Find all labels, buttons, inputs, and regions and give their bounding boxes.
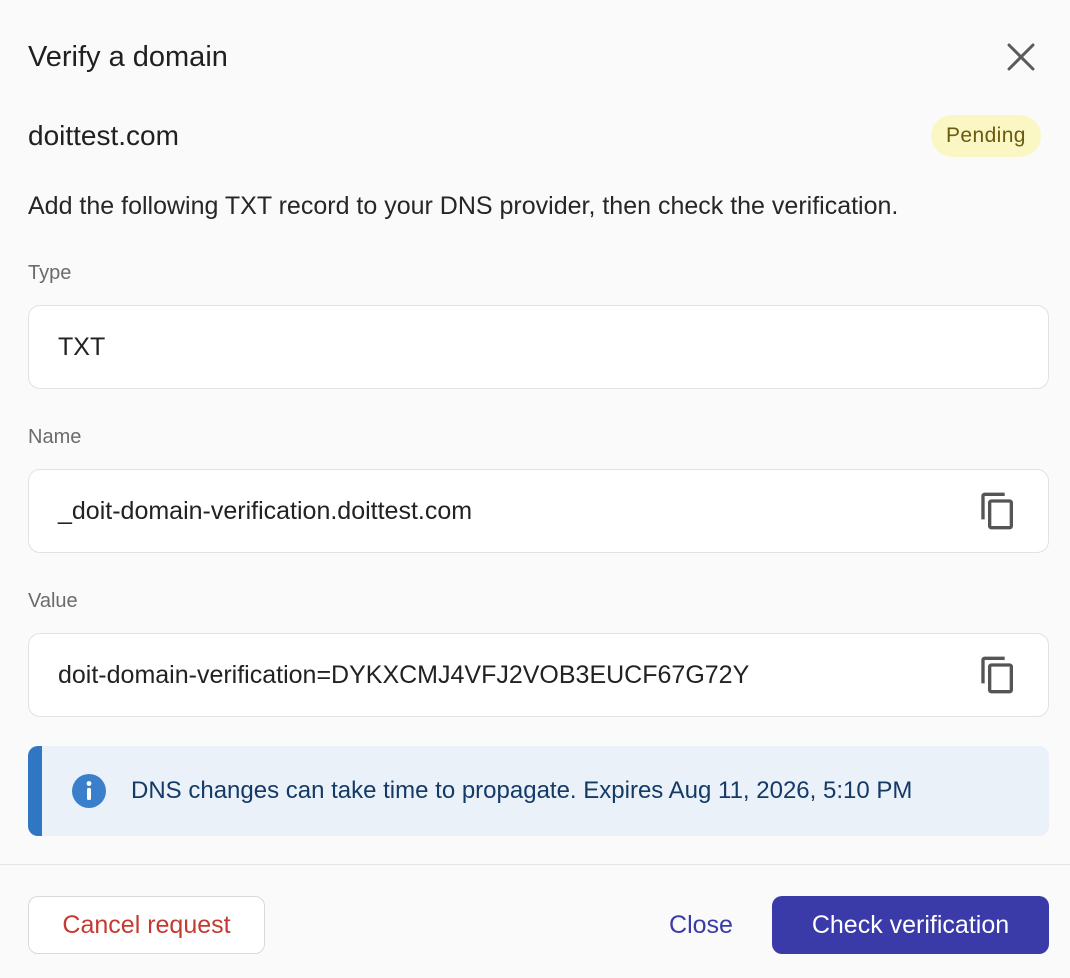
value-value: doit-domain-verification=DYKXCMJ4VFJ2VOB… [58,661,750,689]
copy-icon-glyph [981,656,1013,694]
verify-domain-dialog: Verify a domain doittest.com Pending Add… [0,0,1070,978]
close-icon-glyph [1007,43,1035,71]
info-accent-bar [28,746,42,836]
copy-icon[interactable] [977,490,1019,532]
domain-name: doittest.com [28,120,179,151]
footer-divider [0,864,1070,865]
type-value: TXT [58,333,106,361]
info-text: DNS changes can take time to propagate. … [131,777,913,804]
info-banner: DNS changes can take time to propagate. … [28,746,1049,836]
close-icon[interactable] [1002,38,1040,76]
close-button[interactable]: Close [646,896,756,954]
type-label: Type [28,262,72,284]
cancel-request-button[interactable]: Cancel request [28,896,265,954]
value-label: Value [28,590,78,612]
name-value: _doit-domain-verification.doittest.com [58,497,473,525]
check-verification-button[interactable]: Check verification [772,896,1049,954]
value-field[interactable]: doit-domain-verification=DYKXCMJ4VFJ2VOB… [28,633,1049,717]
copy-icon-glyph [981,492,1013,530]
copy-icon[interactable] [977,654,1019,696]
name-label: Name [28,426,82,448]
name-field[interactable]: _doit-domain-verification.doittest.com [28,469,1049,553]
instructions-text: Add the following TXT record to your DNS… [28,192,899,220]
status-badge: Pending [931,115,1041,157]
dialog-title: Verify a domain [28,41,228,73]
info-icon [72,774,106,808]
type-field[interactable]: TXT [28,305,1049,389]
